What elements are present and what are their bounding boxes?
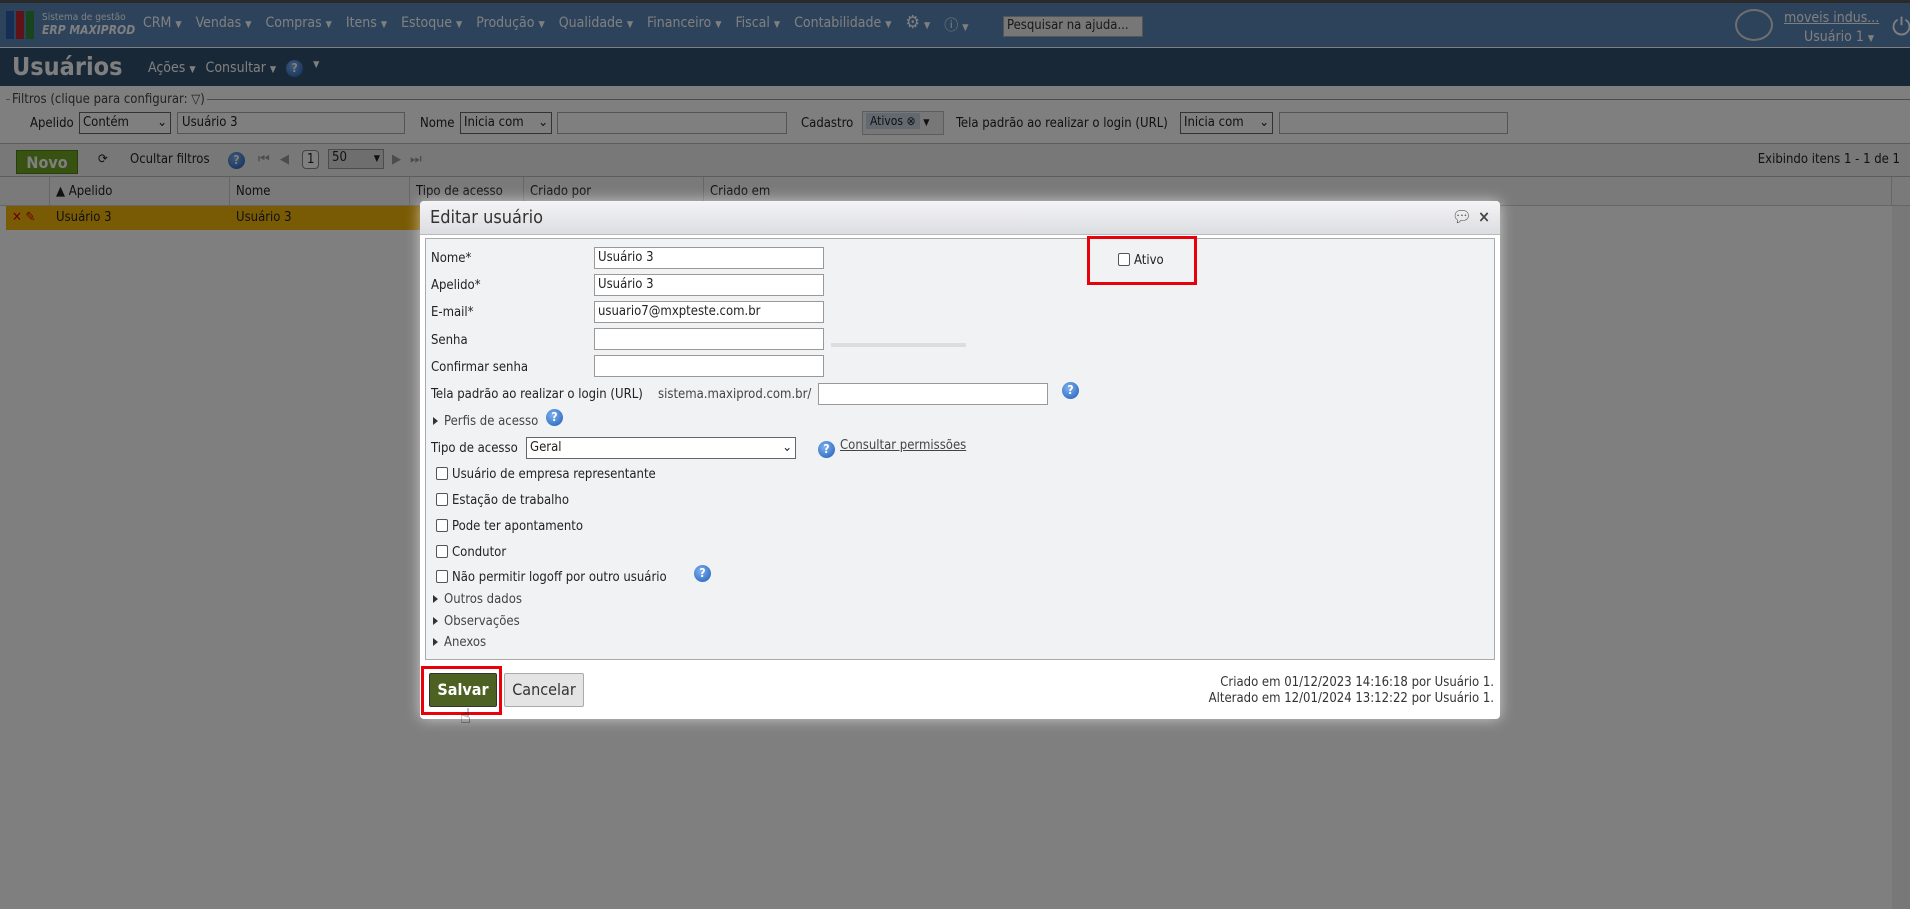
- perfis-toggle[interactable]: Perfis de acesso: [433, 414, 538, 429]
- url-label: Tela padrão ao realizar o login (URL): [431, 387, 643, 402]
- apelido-label: Apelido*: [431, 278, 481, 293]
- apelido-input[interactable]: Usuário 3: [594, 274, 824, 296]
- nome-input[interactable]: Usuário 3: [594, 247, 824, 269]
- outros-dados-toggle[interactable]: Outros dados: [433, 592, 522, 607]
- email-input[interactable]: usuario7@mxpteste.com.br: [594, 301, 824, 323]
- password-strength-bar: [831, 343, 966, 347]
- senha-label: Senha: [431, 333, 468, 348]
- checkbox-nao-permitir-logoff[interactable]: Não permitir logoff por outro usuário: [436, 570, 667, 585]
- audit-info: Criado em 01/12/2023 14:16:18 por Usuári…: [1209, 675, 1494, 707]
- consultar-permissoes-link[interactable]: Consultar permissões: [840, 438, 966, 453]
- edit-user-dialog: Editar usuário 💬︎ × Nome* Usuário 3 Apel…: [420, 201, 1500, 728]
- help-icon[interactable]: ?: [694, 565, 711, 582]
- checkbox-estacao-trabalho[interactable]: Estação de trabalho: [436, 493, 569, 508]
- confirmar-senha-input[interactable]: [594, 355, 824, 377]
- anexos-toggle[interactable]: Anexos: [433, 635, 486, 650]
- url-input[interactable]: [818, 383, 1048, 405]
- help-icon[interactable]: ?: [1062, 382, 1079, 399]
- senha-input[interactable]: [594, 328, 824, 350]
- comment-icon[interactable]: 💬︎: [1452, 207, 1472, 226]
- checkbox-condutor[interactable]: Condutor: [436, 545, 506, 560]
- checkbox-pode-ter-apontamento[interactable]: Pode ter apontamento: [436, 519, 583, 534]
- observacoes-toggle[interactable]: Observações: [433, 614, 520, 629]
- hand-cursor-icon: ☝: [460, 704, 471, 728]
- created-info: Criado em 01/12/2023 14:16:18 por Usuári…: [1220, 675, 1494, 690]
- checkbox-empresa-representante[interactable]: Usuário de empresa representante: [436, 467, 656, 482]
- help-icon[interactable]: ?: [546, 409, 563, 426]
- tipo-acesso-select[interactable]: Geral ⌄: [526, 437, 796, 459]
- dialog-title: Editar usuário: [430, 207, 544, 228]
- close-icon[interactable]: ×: [1478, 207, 1490, 226]
- confirmar-senha-label: Confirmar senha: [431, 360, 529, 375]
- nome-label: Nome*: [431, 251, 472, 266]
- dialog-form: Nome* Usuário 3 Apelido* Usuário 3 E-mai…: [425, 236, 1495, 660]
- cancel-button[interactable]: Cancelar: [504, 673, 584, 707]
- dialog-titlebar: Editar usuário 💬︎ ×: [420, 201, 1500, 235]
- modified-info: Alterado em 12/01/2024 13:12:22 por Usuá…: [1208, 691, 1494, 706]
- url-prefix: sistema.maxiprod.com.br/: [658, 387, 812, 402]
- email-label: E-mail*: [431, 305, 474, 320]
- tipo-acesso-label: Tipo de acesso: [431, 441, 518, 456]
- help-icon[interactable]: ?: [818, 441, 835, 458]
- highlight-ativo: [1087, 236, 1197, 285]
